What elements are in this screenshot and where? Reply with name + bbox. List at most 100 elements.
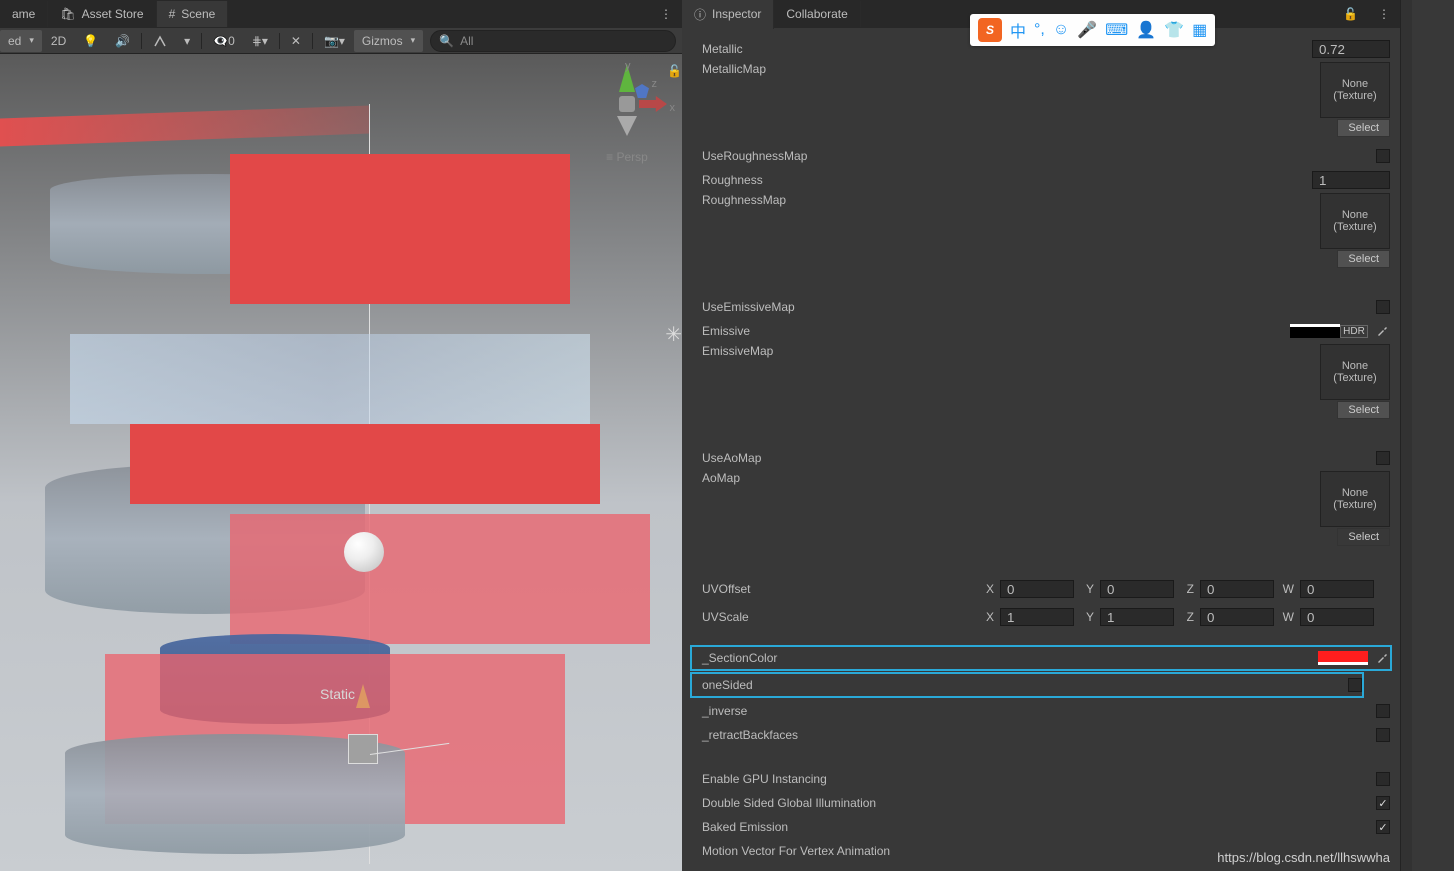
- uv-scale-w-input[interactable]: [1300, 608, 1374, 626]
- tab-inspector-label: Inspector: [712, 7, 761, 21]
- roughness-input[interactable]: [1312, 171, 1390, 189]
- uv-scale-y-input[interactable]: [1100, 608, 1174, 626]
- retract-backfaces-label: _retractBackfaces: [702, 728, 1376, 742]
- ime-emoji-icon[interactable]: ☺: [1053, 21, 1069, 39]
- tab-inspector[interactable]: ⓘ Inspector: [682, 0, 774, 29]
- scene-viewport[interactable]: Static ✳ 🔓 y z x ≡ Persp: [0, 54, 682, 871]
- draw-mode-dropdown[interactable]: ed: [0, 30, 42, 52]
- tab-asset-store[interactable]: 🛍 Asset Store: [48, 1, 156, 27]
- metallic-map-slot[interactable]: None (Texture): [1320, 62, 1390, 118]
- texture-text: (Texture): [1333, 221, 1376, 233]
- scene-search-input[interactable]: 🔍 All: [430, 30, 676, 52]
- ime-lang-icon[interactable]: 中: [1010, 18, 1026, 42]
- texture-text: (Texture): [1333, 499, 1376, 511]
- select-texture-button[interactable]: Select: [1337, 119, 1390, 137]
- use-ao-map-checkbox[interactable]: [1376, 451, 1390, 465]
- search-icon: 🔍: [439, 34, 454, 48]
- loading-spinner-icon: ✳: [665, 322, 682, 347]
- model-slice: [230, 154, 570, 304]
- camera-icon[interactable]: 📷▾: [316, 29, 353, 53]
- uv-scale-x-input[interactable]: [1000, 608, 1074, 626]
- transform-cube-handle[interactable]: [348, 734, 378, 764]
- projection-label[interactable]: ≡ Persp: [582, 150, 672, 164]
- inspector-content: Metallic MetallicMap None (Texture) Sele…: [682, 28, 1400, 871]
- fx-toggle-icon[interactable]: [145, 29, 175, 53]
- lock-icon[interactable]: 🔓: [667, 64, 682, 78]
- tab-asset-store-label: Asset Store: [82, 7, 144, 21]
- z-label: Z: [1180, 582, 1194, 596]
- one-sided-checkbox[interactable]: [1348, 678, 1362, 692]
- tab-context-menu-icon[interactable]: ⋮: [1368, 7, 1400, 21]
- select-texture-button[interactable]: Select: [1337, 401, 1390, 419]
- ao-map-slot[interactable]: None (Texture): [1320, 471, 1390, 527]
- tab-scene[interactable]: # Scene: [157, 1, 229, 27]
- scene-toolbar: ed 2D 💡 🔊 ▾ 👁‍🗨0 ⋕▾ ✕ 📷▾ Gizmos 🔍 All: [0, 28, 682, 54]
- gpu-instancing-checkbox[interactable]: [1376, 772, 1390, 786]
- double-sided-gi-checkbox[interactable]: ✓: [1376, 796, 1390, 810]
- hdr-badge: HDR: [1340, 325, 1368, 338]
- tab-context-menu-icon[interactable]: ⋮: [650, 7, 682, 21]
- emissive-color-swatch[interactable]: [1290, 324, 1340, 338]
- transform-arrow-handle[interactable]: [356, 684, 370, 708]
- audio-toggle-icon[interactable]: 🔊: [107, 29, 138, 53]
- metallic-input[interactable]: [1312, 40, 1390, 58]
- ime-punct-icon[interactable]: °,: [1034, 21, 1045, 39]
- ime-toolbar[interactable]: S 中 °, ☺ 🎤 ⌨ 👤 👕 ▦: [970, 14, 1215, 46]
- tab-game[interactable]: ame: [0, 1, 48, 27]
- emissive-map-slot[interactable]: None (Texture): [1320, 344, 1390, 400]
- ime-toolbox-icon[interactable]: ▦: [1192, 20, 1207, 40]
- uv-offset-w-input[interactable]: [1300, 580, 1374, 598]
- select-texture-button[interactable]: Select: [1337, 528, 1390, 546]
- y-axis-label: y: [625, 60, 631, 72]
- section-color-highlight: _SectionColor: [690, 645, 1392, 671]
- orientation-gizmo[interactable]: 🔓 y z x ≡ Persp: [582, 64, 672, 164]
- baked-emission-checkbox[interactable]: ✓: [1376, 820, 1390, 834]
- gizmo-center[interactable]: [619, 96, 635, 112]
- use-emissive-map-checkbox[interactable]: [1376, 300, 1390, 314]
- gizmos-dropdown[interactable]: Gizmos: [354, 30, 423, 52]
- roughness-map-slot[interactable]: None (Texture): [1320, 193, 1390, 249]
- eyedropper-icon[interactable]: [1374, 323, 1390, 339]
- scrollbar[interactable]: [1400, 0, 1412, 871]
- uv-offset-x-input[interactable]: [1000, 580, 1074, 598]
- select-texture-button[interactable]: Select: [1337, 250, 1390, 268]
- uv-offset-y-input[interactable]: [1100, 580, 1174, 598]
- skybox-toggle-icon[interactable]: ▾: [176, 29, 198, 53]
- section-color-swatch[interactable]: [1318, 651, 1368, 665]
- x-axis-cone[interactable]: [639, 96, 667, 112]
- inverse-checkbox[interactable]: [1376, 704, 1390, 718]
- roughness-label: Roughness: [702, 173, 1312, 187]
- use-roughness-map-checkbox[interactable]: [1376, 149, 1390, 163]
- uv-scale-row: UVScale X Y Z W: [692, 606, 1390, 628]
- uv-offset-z-input[interactable]: [1200, 580, 1274, 598]
- static-label: Static: [320, 686, 355, 702]
- ime-skin-icon[interactable]: 👕: [1164, 20, 1184, 40]
- model-slice: [230, 514, 650, 644]
- uv-scale-z-input[interactable]: [1200, 608, 1274, 626]
- eyedropper-icon[interactable]: [1374, 650, 1390, 666]
- model-slice: [70, 334, 590, 424]
- hidden-count: 0: [228, 34, 235, 48]
- neg-y-axis-cone[interactable]: [617, 116, 637, 136]
- retract-backfaces-checkbox[interactable]: [1376, 728, 1390, 742]
- ime-user-icon[interactable]: 👤: [1136, 20, 1156, 40]
- tab-collaborate[interactable]: Collaborate: [774, 1, 860, 27]
- hidden-objects-icon[interactable]: 👁‍🗨0: [205, 29, 243, 53]
- sogou-logo-icon[interactable]: S: [978, 18, 1002, 42]
- uv-offset-row: UVOffset X Y Z W: [692, 578, 1390, 600]
- watermark-text: https://blog.csdn.net/llhswwha: [1217, 850, 1390, 865]
- lock-icon[interactable]: 🔓: [1333, 1, 1368, 27]
- tools-icon[interactable]: ✕: [283, 29, 309, 53]
- texture-text: (Texture): [1333, 90, 1376, 102]
- ime-keyboard-icon[interactable]: ⌨: [1105, 20, 1128, 40]
- shopping-icon: 🛍: [60, 7, 75, 21]
- z-axis-cone[interactable]: [635, 84, 649, 98]
- ime-mic-icon[interactable]: 🎤: [1077, 20, 1097, 40]
- ao-map-label: AoMap: [702, 471, 1320, 485]
- grid-snap-icon[interactable]: ⋕▾: [244, 29, 276, 53]
- light-toggle-icon[interactable]: 💡: [75, 29, 106, 53]
- transform-sphere-handle[interactable]: [344, 532, 384, 572]
- left-tab-bar: ame 🛍 Asset Store # Scene ⋮: [0, 0, 682, 28]
- toggle-2d[interactable]: 2D: [43, 29, 74, 53]
- gpu-instancing-label: Enable GPU Instancing: [702, 772, 1376, 786]
